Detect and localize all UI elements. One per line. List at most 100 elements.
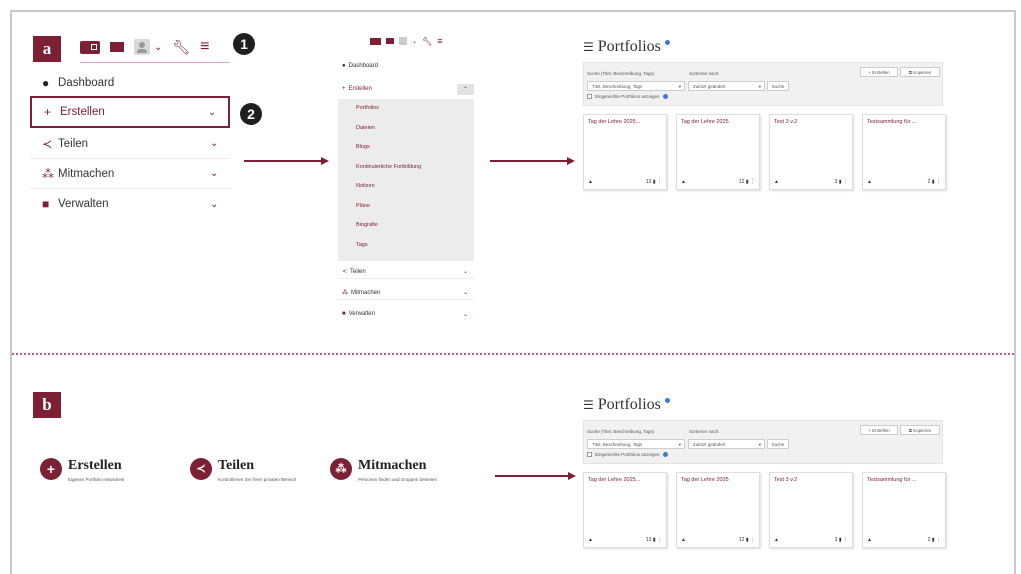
action-mitmachen[interactable]: ⁂ Mitmachen Personen finden und Gruppen … xyxy=(330,458,453,483)
info-icon xyxy=(664,397,670,403)
chevron-down-icon: ▾ xyxy=(758,442,761,447)
chevron-down-icon: ⌄ xyxy=(210,138,219,149)
submenu-item[interactable]: Biografie xyxy=(338,216,474,236)
more-icon[interactable]: ⋮ xyxy=(657,179,662,185)
plus-icon: + xyxy=(40,458,62,480)
more-icon[interactable]: ⋮ xyxy=(843,179,848,185)
user-avatar-icon[interactable] xyxy=(399,37,407,45)
search-button[interactable]: Suche xyxy=(767,81,789,91)
portfolio-card[interactable]: Tag der Lehre 2025 ▲ 12 ▮ ⋮ xyxy=(676,472,760,548)
sort-select[interactable]: Zuletzt geändert ▾ xyxy=(688,81,765,91)
more-icon[interactable]: ⋮ xyxy=(750,179,755,185)
portfolio-card[interactable]: Testsammlung für ... ▲ 2 ▮ ⋮ xyxy=(862,472,946,548)
nav-item-verwalten[interactable]: ■ Verwalten ⌄ xyxy=(30,189,230,219)
nav-item-label: Mitmachen xyxy=(58,167,115,180)
search-button[interactable]: Suche xyxy=(767,439,789,449)
page-title: Portfolios xyxy=(597,38,661,55)
create-button[interactable]: + Erstellen xyxy=(860,425,898,435)
pages-icon: ▮ xyxy=(652,537,656,543)
nav-item-dashboard[interactable]: ● Dashboard xyxy=(30,68,230,98)
chevron-down-icon: ⌄ xyxy=(208,106,217,118)
create-button[interactable]: + Erstellen xyxy=(860,67,898,77)
dashboard-icon: ● xyxy=(342,63,346,69)
hamburger-menu-icon[interactable]: ≡ xyxy=(437,36,442,46)
small-nav-dashboard[interactable]: ● Dashboard xyxy=(338,60,474,72)
panel-label-a: a xyxy=(33,36,61,62)
info-icon xyxy=(664,39,670,45)
action-erstellen[interactable]: + Erstellen Eigenes Portfolio entwickeln xyxy=(40,458,163,483)
sort-select[interactable]: Zuletzt geändert ▾ xyxy=(688,439,765,449)
id-card-icon[interactable] xyxy=(80,40,100,54)
submenu-item[interactable]: Blogs xyxy=(338,138,474,158)
portfolio-card[interactable]: Tag der Lehre 2025 ▲ 12 ▮ ⋮ xyxy=(676,114,760,190)
checkbox[interactable] xyxy=(587,94,592,99)
pages-icon: ▮ xyxy=(745,179,749,185)
portfolio-filter-bar: Suche (Titel, Beschreibung, Tags) Sortie… xyxy=(583,62,943,106)
panel-label-b: b xyxy=(33,392,61,418)
nav-item-erstellen[interactable]: + Erstellen ⌄ xyxy=(30,96,230,128)
info-icon xyxy=(662,94,668,99)
nav-item-label: Verwalten xyxy=(58,198,109,210)
chevron-down-icon: ⌄ xyxy=(210,198,219,210)
chevron-down-icon[interactable]: ⌄ xyxy=(154,42,162,53)
checkbox[interactable] xyxy=(587,452,592,457)
toolbar-underline xyxy=(80,62,230,63)
search-input[interactable]: Titel, Beschreibung, Tags ▾ xyxy=(587,439,685,449)
submenu-item[interactable]: Kontinuierliche Fortbildung xyxy=(338,158,474,178)
wrench-icon[interactable]: 🔧︎ xyxy=(422,37,432,46)
chevron-down-icon: ⌄ xyxy=(462,290,468,296)
dashboard-icon: ● xyxy=(42,75,50,90)
small-nav-mitmachen[interactable]: ⁂ Mitmachen ⌄ xyxy=(338,286,474,300)
action-description: Kontrollieren Sie Ihren privaten Bereich xyxy=(218,477,297,482)
arrow-head-icon xyxy=(568,472,576,480)
callout-1: 1 xyxy=(233,33,255,55)
nav-item-mitmachen[interactable]: ⁂ Mitmachen ⌄ xyxy=(30,159,230,189)
user-avatar-icon[interactable] xyxy=(134,39,150,55)
submenu-item[interactable]: Notizen xyxy=(338,177,474,197)
lock-icon: ▲ xyxy=(588,537,593,543)
more-icon[interactable]: ⋮ xyxy=(843,537,848,543)
small-nav-erstellen[interactable]: + Erstellen ⌃ xyxy=(338,80,474,98)
card-count: 12 xyxy=(738,537,745,543)
copy-button[interactable]: ⧉ Kopieren xyxy=(900,425,940,435)
card-title: Tag der Lehre 2025... xyxy=(588,119,641,125)
submenu-item[interactable]: Dateien xyxy=(338,119,474,139)
small-nav-teilen[interactable]: ≺ Teilen ⌄ xyxy=(338,265,474,279)
copy-button[interactable]: ⧉ Kopieren xyxy=(900,67,940,77)
portfolio-card[interactable]: Tag der Lehre 2025... ▲ 13 ▮ ⋮ xyxy=(583,472,667,548)
chevron-down-icon: ⌄ xyxy=(462,269,468,275)
submenu-item[interactable]: Pläne xyxy=(338,197,474,217)
action-teilen[interactable]: ≺ Teilen Kontrollieren Sie Ihren private… xyxy=(190,458,313,483)
more-icon[interactable]: ⋮ xyxy=(657,537,662,543)
card-title: Testsammlung für ... xyxy=(867,119,917,125)
portfolio-card[interactable]: Test 3 v.2 ▲ 3 ▮ ⋮ xyxy=(769,472,853,548)
card-title: Test 3 v.2 xyxy=(774,477,798,483)
wrench-icon[interactable]: 🔧︎ xyxy=(172,39,190,56)
mail-icon[interactable] xyxy=(386,38,394,44)
action-description: Eigenes Portfolio entwickeln xyxy=(68,477,125,482)
card-title: Tag der Lehre 2025... xyxy=(588,477,641,483)
more-icon[interactable]: ⋮ xyxy=(936,537,941,543)
share-icon: ≺ xyxy=(190,458,212,480)
search-input[interactable]: Titel, Beschreibung, Tags ▾ xyxy=(587,81,685,91)
submenu-item[interactable]: Tags xyxy=(338,236,474,256)
small-nav-verwalten[interactable]: ■ Verwalten ⌄ xyxy=(338,307,474,321)
id-card-icon[interactable] xyxy=(370,37,381,45)
mail-icon[interactable] xyxy=(110,42,124,52)
submitted-checkbox-row[interactable]: Eingereichte Portfolios anzeigen xyxy=(587,452,668,457)
more-icon[interactable]: ⋮ xyxy=(936,179,941,185)
chevron-down-icon: ▾ xyxy=(758,84,761,89)
portfolio-card[interactable]: Test 3 v.2 ▲ 3 ▮ ⋮ xyxy=(769,114,853,190)
portfolio-card[interactable]: Tag der Lehre 2025... ▲ 13 ▮ ⋮ xyxy=(583,114,667,190)
small-nav-label: Erstellen xyxy=(348,86,372,92)
chevron-down-icon[interactable]: ⌄ xyxy=(412,38,417,45)
portfolio-card[interactable]: Testsammlung für ... ▲ 2 ▮ ⋮ xyxy=(862,114,946,190)
hamburger-menu-icon[interactable]: ≡ xyxy=(200,38,209,56)
chevron-down-icon: ⌄ xyxy=(210,168,219,179)
more-icon[interactable]: ⋮ xyxy=(750,537,755,543)
callout-2: 2 xyxy=(240,103,262,125)
submitted-checkbox-row[interactable]: Eingereichte Portfolios anzeigen xyxy=(587,94,668,99)
nav-item-teilen[interactable]: ≺ Teilen ⌄ xyxy=(30,129,230,159)
submenu-item[interactable]: Portfolios xyxy=(338,99,474,119)
arrow-head-icon xyxy=(321,157,329,165)
